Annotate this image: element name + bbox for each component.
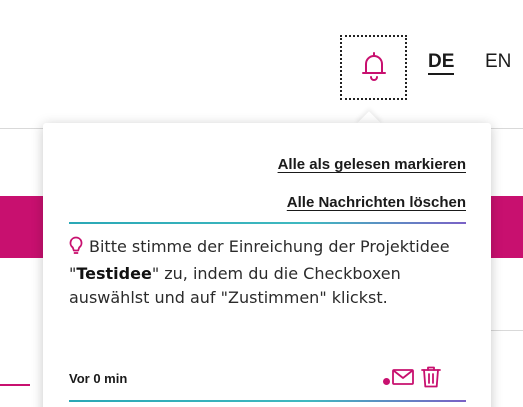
- language-en[interactable]: EN: [485, 52, 511, 72]
- envelope-icon[interactable]: [392, 369, 414, 390]
- language-de[interactable]: DE: [428, 52, 455, 75]
- trash-icon[interactable]: [421, 366, 441, 393]
- notifications-dropdown: Alle als gelesen markieren Alle Nachrich…: [43, 123, 491, 407]
- notification-message: Bitte stimme der Einreichung der Projekt…: [69, 235, 459, 310]
- page: DE EN Alle als gelesen markieren Alle Na…: [0, 0, 523, 407]
- notification-separator: [69, 222, 466, 224]
- unread-indicator: [383, 378, 390, 385]
- page-content-divider: [491, 330, 523, 331]
- bell-icon: [361, 51, 387, 84]
- dropdown-arrow-cover: [350, 123, 390, 137]
- page-accent-line: [0, 384, 30, 386]
- delete-all-link[interactable]: Alle Nachrichten löschen: [287, 194, 466, 211]
- notifications-button[interactable]: [340, 35, 407, 100]
- notification-highlight: Testidee: [76, 264, 152, 283]
- notification-time: Vor 0 min: [69, 371, 128, 386]
- lightbulb-icon: [69, 236, 83, 262]
- mark-all-read-link[interactable]: Alle als gelesen markieren: [278, 156, 466, 173]
- page-content-edge: [491, 258, 523, 407]
- notification-separator-bottom: [69, 400, 466, 402]
